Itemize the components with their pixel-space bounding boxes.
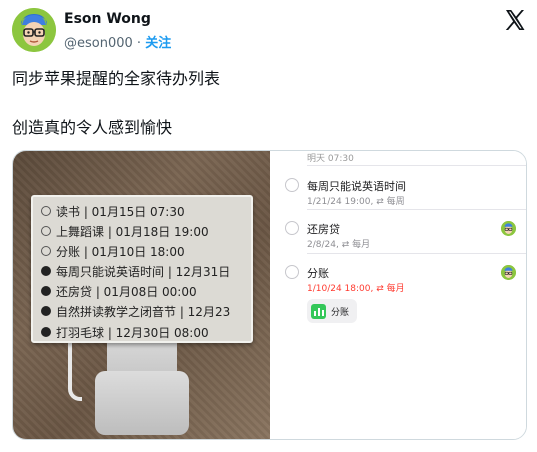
chip-label: 分账 (331, 307, 350, 318)
tweet-media[interactable]: 读书 | 01月15日 07:30 上舞蹈课 | 01月18日 19:00 分账… (12, 150, 527, 440)
eink-row-text: 还房贷 | 01月08日 00:00 (56, 284, 197, 299)
eink-row: 每周只能说英语时间 | 12月31日 (41, 262, 230, 280)
eink-row-text: 打羽毛球 | 12月30日 08:00 (56, 325, 209, 340)
app-link-chip[interactable]: 分账 (307, 299, 358, 323)
x-logo-icon[interactable] (503, 8, 527, 32)
tweet-text-line-2: 创造真的令人感到愉快 (12, 118, 173, 137)
reminder-repeat: 每月 (352, 240, 371, 250)
reminder-title: 还房贷 (307, 223, 340, 236)
eink-row-text: 上舞蹈课 | 01月18日 19:00 (56, 224, 209, 239)
reminder-divider (307, 253, 526, 254)
eink-row: 还房贷 | 01月08日 00:00 (41, 282, 197, 300)
eink-row: 上舞蹈课 | 01月18日 19:00 (41, 222, 209, 240)
eink-checkbox-filled-icon (41, 327, 51, 337)
handle-separator: · (136, 36, 142, 51)
reminder-date: 1/21/24 19:00 (307, 197, 371, 207)
author-handle-line: @eson000 · 关注 (64, 32, 171, 51)
reminder-checkbox-icon[interactable] (285, 265, 299, 279)
eink-row: 自然拼读教学之闭音节 | 12月23 (41, 302, 230, 320)
eink-checkbox-filled-icon (41, 286, 51, 296)
eink-screen: 读书 | 01月15日 07:30 上舞蹈课 | 01月18日 19:00 分账… (31, 195, 253, 343)
reminder-title: 每周只能说英语时间 (307, 180, 406, 193)
reminder-meta: 2/8/24, ⇄ 每月 (307, 240, 371, 250)
reminder-date: 1/10/24 18:00 (307, 284, 371, 294)
reminder-repeat: 每周 (386, 197, 405, 207)
tweet-header: Eson Wong @eson000 · 关注 (12, 8, 527, 56)
power-cable (68, 341, 82, 401)
assignee-avatar-icon (501, 221, 516, 236)
reminder-date: 2/8/24 (307, 240, 336, 250)
eink-row: 打羽毛球 | 12月30日 08:00 (41, 323, 209, 341)
stand-base (95, 371, 189, 435)
eink-row: 分账 | 01月10日 18:00 (41, 242, 185, 260)
repeat-icon: ⇄ (341, 240, 350, 250)
avatar-icon (12, 8, 56, 52)
photo-eink-display[interactable]: 读书 | 01月15日 07:30 上舞蹈课 | 01月18日 19:00 分账… (13, 151, 270, 439)
reminder-meta: 1/21/24 19:00, ⇄ 每周 (307, 197, 405, 207)
follow-button[interactable]: 关注 (145, 36, 171, 51)
eink-row-text: 自然拼读教学之闭音节 | 12月23 (56, 304, 231, 319)
eink-checkbox-icon (41, 246, 51, 256)
eink-row: 读书 | 01月15日 07:30 (41, 202, 185, 220)
reminder-title: 分账 (307, 267, 329, 280)
author-handle[interactable]: @eson000 (64, 36, 133, 51)
eink-row-text: 每周只能说英语时间 | 12月31日 (56, 264, 231, 279)
author-name[interactable]: Eson Wong (64, 11, 151, 27)
author-avatar[interactable] (12, 8, 56, 52)
numbers-app-icon (311, 303, 326, 319)
eink-checkbox-filled-icon (41, 266, 51, 276)
reminder-top-fragment: 明天 07:30 (307, 154, 354, 164)
reminder-checkbox-icon[interactable] (285, 178, 299, 192)
assignee-avatar-icon (501, 265, 516, 280)
reminder-repeat: 每月 (386, 284, 405, 294)
reminder-checkbox-icon[interactable] (285, 221, 299, 235)
repeat-icon: ⇄ (376, 197, 384, 207)
reminder-divider (307, 165, 526, 166)
repeat-icon: ⇄ (376, 284, 384, 294)
eink-row-text: 分账 | 01月10日 18:00 (56, 244, 185, 259)
eink-checkbox-icon (41, 226, 51, 236)
eink-row-text: 读书 | 01月15日 07:30 (56, 204, 185, 219)
reminders-app-screenshot[interactable]: 明天 07:30 每周只能说英语时间 1/21/24 19:00, ⇄ 每周 还… (270, 151, 526, 439)
eink-checkbox-filled-icon (41, 306, 51, 316)
eink-checkbox-icon (41, 206, 51, 216)
tweet-text-line-1: 同步苹果提醒的全家待办列表 (12, 69, 221, 88)
reminder-divider (307, 209, 526, 210)
reminder-meta-overdue: 1/10/24 18:00, ⇄ 每月 (307, 284, 405, 294)
